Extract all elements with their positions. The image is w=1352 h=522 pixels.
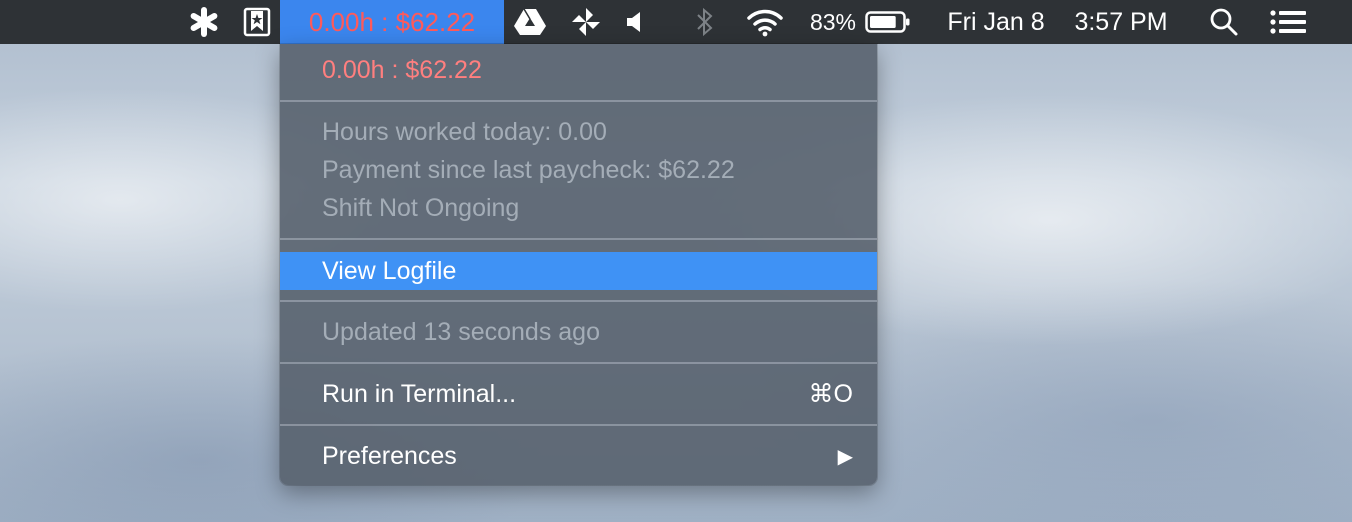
notification-center-icon[interactable]	[1266, 0, 1310, 44]
hours-today-item: Hours worked today: 0.00	[322, 117, 607, 146]
keyboard-shortcut: ⌘O	[808, 380, 853, 408]
payment-item: Payment since last paycheck: $62.22	[322, 155, 735, 184]
search-icon[interactable]	[1206, 0, 1242, 44]
bookmark-star-icon[interactable]	[240, 0, 274, 44]
pinwheel-icon[interactable]	[568, 0, 604, 44]
wifi-icon[interactable]	[744, 0, 786, 44]
clock-display[interactable]: 3:57 PM	[1062, 0, 1180, 44]
battery-percent: 83%	[809, 8, 857, 35]
menu-separator	[280, 362, 877, 364]
menu-header-label: 0.00h : $62.22	[322, 55, 482, 84]
menu-separator	[280, 300, 877, 302]
view-logfile-item[interactable]: View Logfile	[280, 252, 877, 290]
preferences-item[interactable]: Preferences ▶	[280, 437, 877, 475]
timesheet-status-menu[interactable]: 0.00h : $62.22	[280, 0, 504, 44]
timesheet-status-text: 0.00h : $62.22	[308, 6, 476, 37]
menu-header-item[interactable]: 0.00h : $62.22	[280, 51, 877, 89]
menu-separator	[280, 238, 877, 240]
menu-separator	[280, 424, 877, 426]
asterisk-icon[interactable]	[186, 0, 222, 44]
date-display[interactable]: Fri Jan 8	[934, 0, 1058, 44]
google-drive-icon[interactable]	[512, 0, 548, 44]
menu-bar: 0.00h : $62.22 83% Fri Jan 8 3:57 PM	[0, 0, 1352, 44]
battery-icon[interactable]	[864, 0, 912, 44]
bluetooth-icon[interactable]	[692, 0, 718, 44]
submenu-arrow-icon: ▶	[837, 445, 853, 468]
timesheet-dropdown-menu: 0.00h : $62.22 Hours worked today: 0.00 …	[280, 44, 877, 485]
updated-status-item: Updated 13 seconds ago	[322, 317, 600, 346]
menu-separator	[280, 100, 877, 102]
shift-status-item: Shift Not Ongoing	[322, 193, 520, 222]
volume-icon[interactable]	[622, 0, 648, 44]
run-in-terminal-item[interactable]: Run in Terminal... ⌘O	[280, 375, 877, 413]
